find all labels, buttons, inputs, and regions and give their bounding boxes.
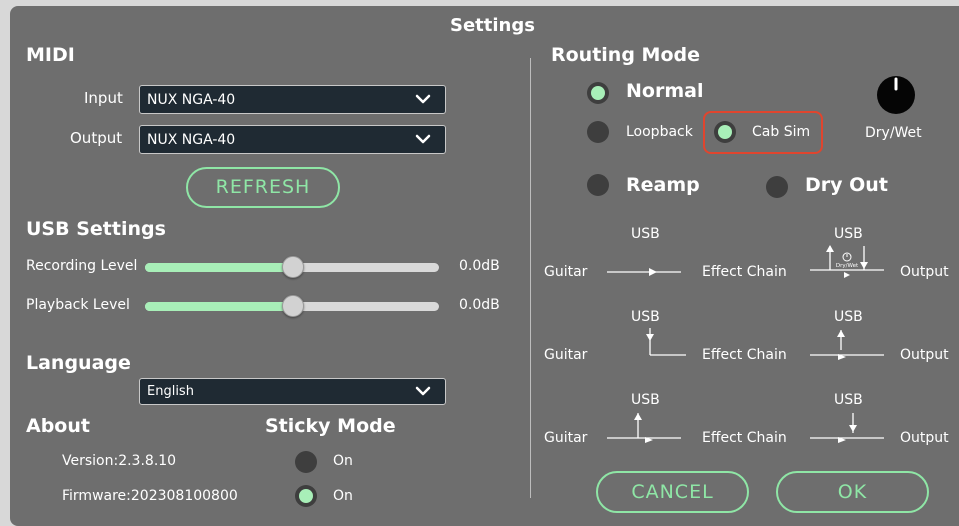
- playback-level-value: 0.0dB: [459, 297, 500, 313]
- routing-arrow-icon: [810, 330, 884, 360]
- dialog-title: Settings: [450, 15, 535, 36]
- chevron-down-icon: [415, 386, 431, 396]
- diagram-guitar-label: Guitar: [544, 264, 588, 280]
- cab-sim-radio[interactable]: [714, 121, 736, 143]
- playback-level-fill: [145, 302, 292, 311]
- diagram-usb-label: USB: [834, 392, 863, 408]
- midi-input-select[interactable]: NUX NGA-40: [139, 85, 446, 114]
- diagram-usb-label: USB: [631, 309, 660, 325]
- diagram-output-label: Output: [900, 430, 949, 446]
- diagram-guitar-label: Guitar: [544, 347, 588, 363]
- dry-out-radio[interactable]: [766, 176, 788, 198]
- normal-label: Normal: [626, 80, 704, 102]
- sticky-mode-radio-2[interactable]: [295, 485, 317, 507]
- normal-radio[interactable]: [587, 82, 609, 104]
- firmware-text: Firmware:202308100800: [62, 488, 238, 504]
- routing-mode-heading: Routing Mode: [551, 44, 700, 66]
- chevron-down-icon: [415, 134, 431, 144]
- language-value: English: [147, 384, 194, 399]
- cab-sim-label: Cab Sim: [752, 124, 811, 140]
- input-label: Input: [84, 89, 123, 107]
- diagram-output-label: Output: [900, 264, 949, 280]
- midi-heading: MIDI: [26, 44, 75, 66]
- diagram-effect-chain-label: Effect Chain: [702, 430, 787, 446]
- sticky-mode-heading: Sticky Mode: [265, 415, 396, 437]
- sticky-mode-option-2: On: [333, 488, 353, 504]
- diagram-usb-label: USB: [834, 309, 863, 325]
- routing-arrow-icon: [607, 268, 681, 276]
- routing-arrow-icon: [607, 413, 681, 443]
- diagram-effect-chain-label: Effect Chain: [702, 264, 787, 280]
- recording-level-fill: [145, 263, 292, 272]
- diagram-usb-label: USB: [834, 226, 863, 242]
- about-heading: About: [26, 415, 90, 437]
- dry-wet-knob-icon[interactable]: [876, 75, 916, 115]
- dry-wet-label: Dry/Wet: [865, 125, 922, 141]
- chevron-down-icon: [415, 94, 431, 104]
- reamp-label: Reamp: [626, 174, 700, 196]
- diagram-guitar-label: Guitar: [544, 430, 588, 446]
- midi-output-value: NUX NGA-40: [147, 132, 236, 148]
- reamp-radio[interactable]: [587, 174, 609, 196]
- playback-level-thumb[interactable]: [282, 295, 304, 317]
- routing-drywet-icon: Dry/Wet: [810, 245, 884, 278]
- diagram-drywet-small-text: Dry/Wet: [836, 263, 859, 269]
- language-select[interactable]: English: [139, 378, 446, 405]
- loopback-radio[interactable]: [587, 121, 609, 143]
- version-text: Version:2.3.8.10: [62, 453, 177, 469]
- sticky-mode-option-1: On: [333, 453, 353, 469]
- column-divider: [530, 58, 531, 498]
- dry-out-label: Dry Out: [805, 174, 888, 196]
- sticky-mode-radio-1[interactable]: [295, 451, 317, 473]
- recording-level-value: 0.0dB: [459, 258, 500, 274]
- midi-input-value: NUX NGA-40: [147, 92, 236, 108]
- routing-arrow-icon: [646, 328, 686, 356]
- usb-settings-heading: USB Settings: [26, 218, 166, 240]
- diagram-effect-chain-label: Effect Chain: [702, 347, 787, 363]
- loopback-label: Loopback: [626, 124, 693, 140]
- output-label: Output: [70, 129, 123, 147]
- diagram-usb-label: USB: [631, 226, 660, 242]
- cancel-button[interactable]: CANCEL: [596, 471, 749, 513]
- recording-level-label: Recording Level: [26, 258, 138, 274]
- diagram-output-label: Output: [900, 347, 949, 363]
- playback-level-label: Playback Level: [26, 297, 130, 313]
- refresh-button[interactable]: REFRESH: [186, 167, 340, 208]
- ok-button[interactable]: OK: [776, 471, 929, 513]
- language-heading: Language: [26, 352, 131, 374]
- diagram-usb-label: USB: [631, 392, 660, 408]
- recording-level-thumb[interactable]: [282, 256, 304, 278]
- midi-output-select[interactable]: NUX NGA-40: [139, 125, 446, 154]
- routing-arrow-icon: [810, 413, 884, 443]
